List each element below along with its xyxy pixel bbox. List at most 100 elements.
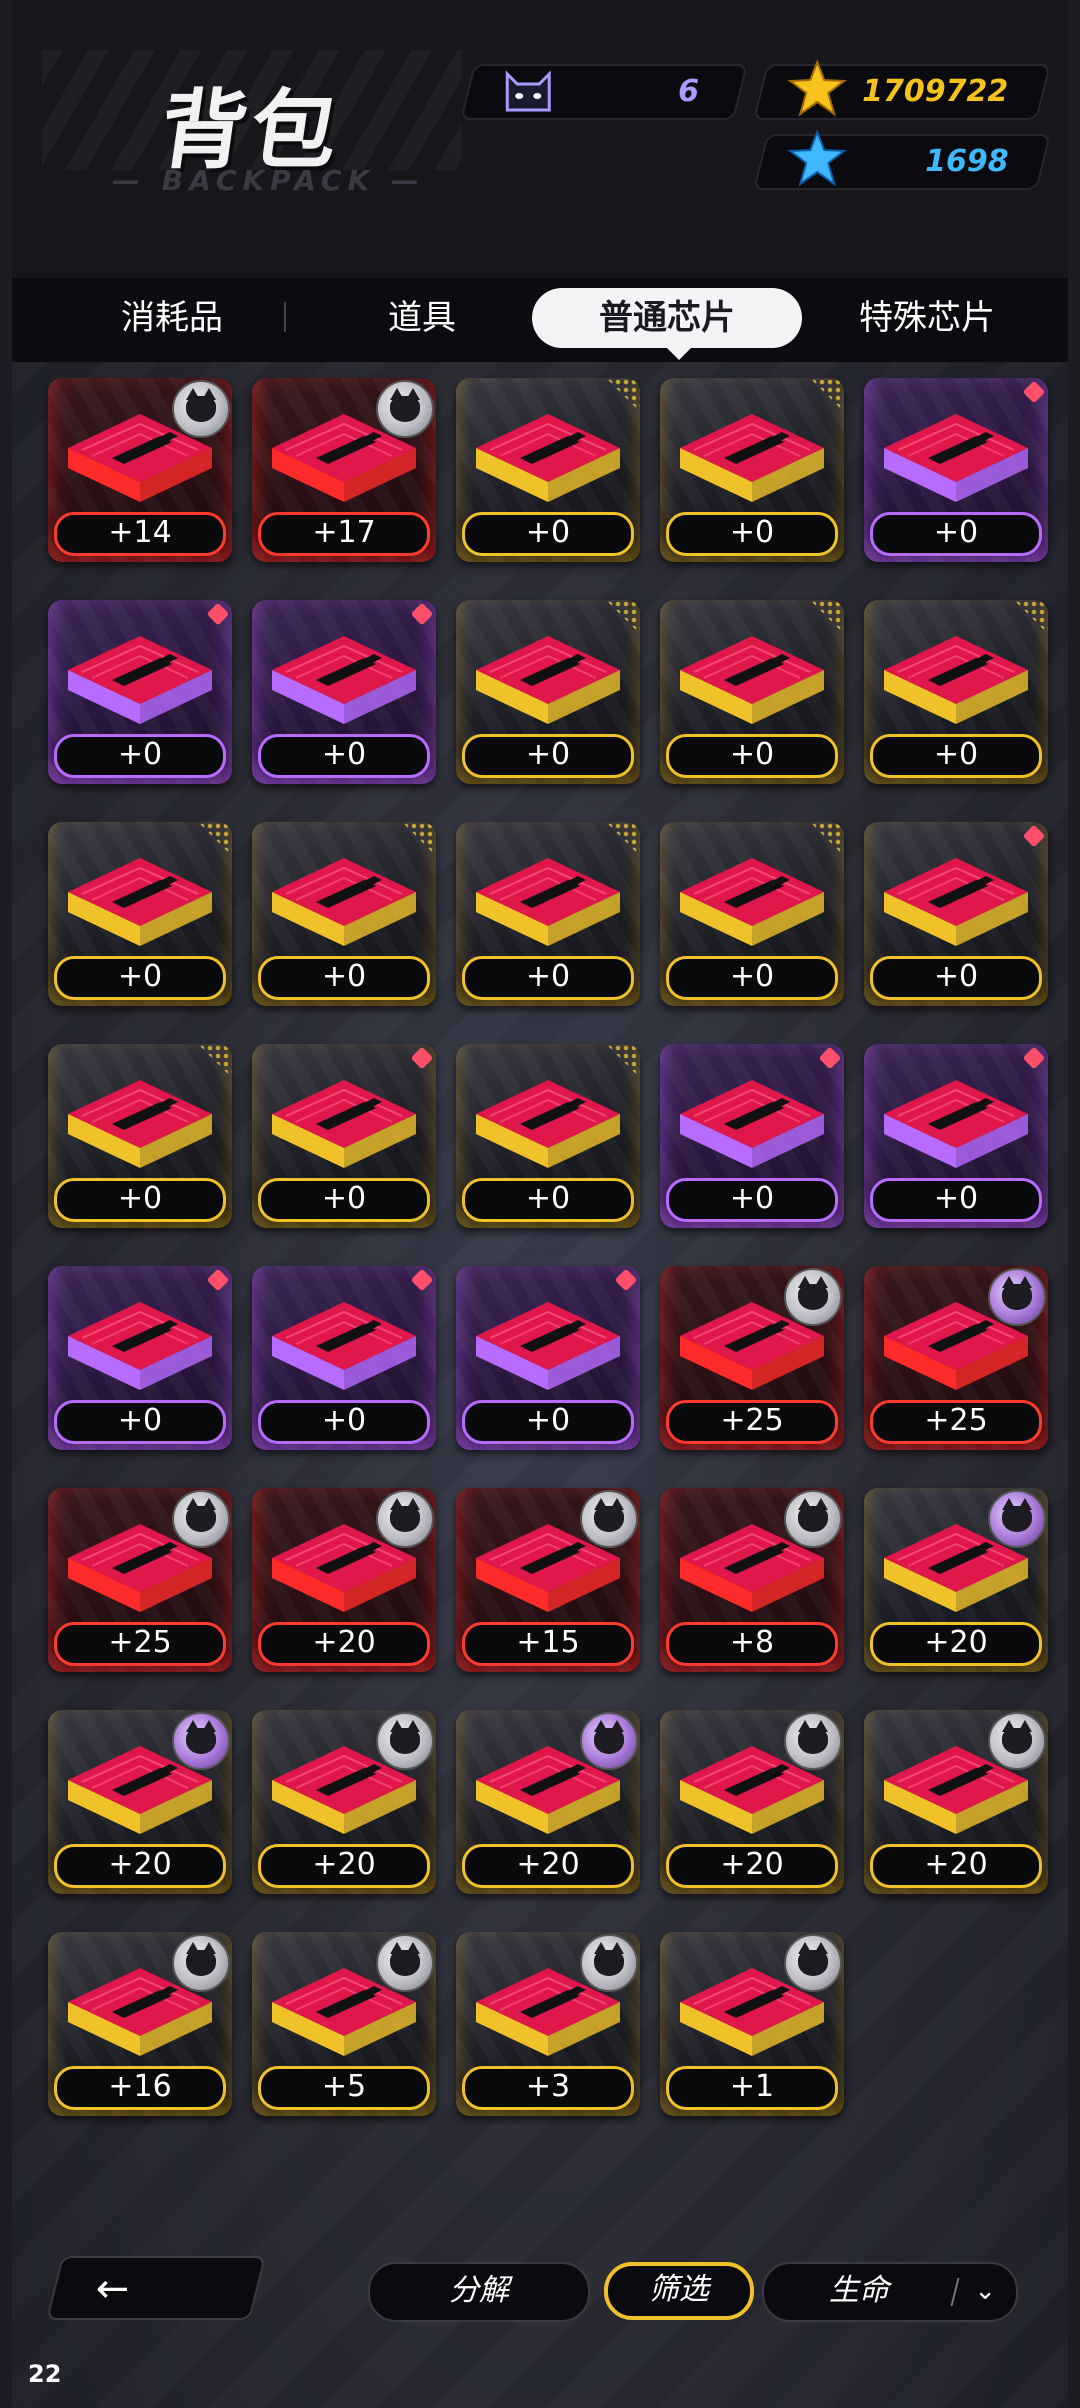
equipped-character-avatar [988, 1490, 1046, 1548]
chip-level: +0 [666, 734, 838, 778]
chip-level: +0 [870, 1178, 1042, 1222]
chip-level: +0 [54, 956, 226, 1000]
chevron-down-icon[interactable]: ⌄ [974, 2264, 996, 2318]
chip-card[interactable]: +0 [252, 600, 436, 784]
chip-level: +20 [258, 1844, 430, 1888]
chip-level: +16 [54, 2066, 226, 2110]
chip-icon [884, 414, 1028, 502]
chip-card[interactable]: +20 [252, 1710, 436, 1894]
chip-card[interactable]: +0 [660, 378, 844, 562]
tab-consumables[interactable]: 消耗品 [72, 288, 272, 348]
chip-card[interactable]: +5 [252, 1932, 436, 2116]
gold-amount: 1709722 [861, 74, 1009, 109]
chip-level: +0 [462, 734, 634, 778]
chip-card[interactable]: +0 [48, 822, 232, 1006]
chip-card[interactable]: +0 [48, 1044, 232, 1228]
chip-card[interactable]: +20 [864, 1710, 1048, 1894]
gem-amount: 1698 [924, 144, 1009, 179]
filter-button[interactable]: 筛选 [604, 2262, 754, 2320]
chip-card[interactable]: +8 [660, 1488, 844, 1672]
chip-level: +14 [54, 512, 226, 556]
equipped-character-avatar [988, 1268, 1046, 1326]
chip-icon [68, 858, 212, 946]
chip-level: +0 [258, 1178, 430, 1222]
chip-card[interactable]: +1 [660, 1932, 844, 2116]
gem-resource: 1698 [753, 129, 1051, 190]
equipped-character-avatar [376, 380, 434, 438]
chip-card[interactable]: +0 [48, 600, 232, 784]
chip-icon [272, 858, 416, 946]
chip-level: +0 [462, 1400, 634, 1444]
chip-card[interactable]: +25 [864, 1266, 1048, 1450]
chip-icon [884, 858, 1028, 946]
chip-card[interactable]: +0 [864, 1044, 1048, 1228]
chip-level: +20 [870, 1622, 1042, 1666]
equipped-character-avatar [172, 1490, 230, 1548]
chip-card[interactable]: +20 [456, 1710, 640, 1894]
chip-card[interactable]: +25 [48, 1488, 232, 1672]
chip-level: +20 [54, 1844, 226, 1888]
equipped-character-avatar [580, 1712, 638, 1770]
equipped-character-avatar [784, 1934, 842, 1992]
chip-card[interactable]: +0 [864, 822, 1048, 1006]
chip-card[interactable]: +20 [252, 1488, 436, 1672]
equipped-character-avatar [376, 1490, 434, 1548]
back-button[interactable]: ← [46, 2256, 266, 2320]
chip-icon [476, 1080, 620, 1168]
chip-card[interactable]: +25 [660, 1266, 844, 1450]
decompose-button[interactable]: 分解 [368, 2262, 590, 2322]
chip-card[interactable]: +0 [252, 822, 436, 1006]
equipped-character-avatar [172, 380, 230, 438]
tab-items[interactable]: 道具 [322, 288, 522, 348]
equipped-character-avatar [376, 1934, 434, 1992]
chip-icon [272, 636, 416, 724]
chip-icon [476, 858, 620, 946]
chip-card[interactable]: +0 [660, 600, 844, 784]
equipped-character-avatar [172, 1934, 230, 1992]
chip-card[interactable]: +0 [456, 1266, 640, 1450]
chip-card[interactable]: +16 [48, 1932, 232, 2116]
chip-card[interactable]: +0 [660, 1044, 844, 1228]
chip-level: +0 [258, 1400, 430, 1444]
blue-star-icon [786, 128, 848, 194]
chip-card[interactable]: +20 [660, 1710, 844, 1894]
chip-level: +0 [462, 512, 634, 556]
chip-level: +3 [462, 2066, 634, 2110]
chip-card[interactable]: +3 [456, 1932, 640, 2116]
chip-level: +15 [462, 1622, 634, 1666]
tab-normal-chips[interactable]: 普通芯片 [532, 288, 802, 348]
chip-icon [476, 636, 620, 724]
chip-card[interactable]: +0 [456, 600, 640, 784]
chip-level: +0 [54, 1400, 226, 1444]
equipped-character-avatar [784, 1490, 842, 1548]
chip-card[interactable]: +0 [252, 1044, 436, 1228]
chip-icon [680, 1080, 824, 1168]
chip-card[interactable]: +0 [864, 600, 1048, 784]
chip-card[interactable]: +0 [48, 1266, 232, 1450]
equipped-character-avatar [784, 1268, 842, 1326]
chip-card[interactable]: +15 [456, 1488, 640, 1672]
chip-card[interactable]: +20 [864, 1488, 1048, 1672]
chip-card[interactable]: +0 [864, 378, 1048, 562]
chip-card[interactable]: +17 [252, 378, 436, 562]
chip-card[interactable]: +0 [660, 822, 844, 1006]
chip-icon [272, 1080, 416, 1168]
tab-special-chips[interactable]: 特殊芯片 [812, 288, 1042, 348]
chip-level: +20 [870, 1844, 1042, 1888]
chip-card[interactable]: +14 [48, 378, 232, 562]
page-number: 22 [28, 2360, 62, 2388]
chip-card[interactable]: +0 [456, 1044, 640, 1228]
chip-level: +0 [666, 956, 838, 1000]
chip-level: +1 [666, 2066, 838, 2110]
chip-level: +0 [870, 956, 1042, 1000]
chip-level: +17 [258, 512, 430, 556]
chip-card[interactable]: +0 [456, 822, 640, 1006]
sort-dropdown[interactable]: 生命 ⌄ [762, 2262, 1018, 2322]
equipped-character-avatar [580, 1934, 638, 1992]
chip-card[interactable]: +20 [48, 1710, 232, 1894]
gold-resource: 1709722 [753, 59, 1051, 120]
chip-icon [680, 858, 824, 946]
chip-card[interactable]: +0 [456, 378, 640, 562]
chip-icon [68, 636, 212, 724]
chip-card[interactable]: +0 [252, 1266, 436, 1450]
